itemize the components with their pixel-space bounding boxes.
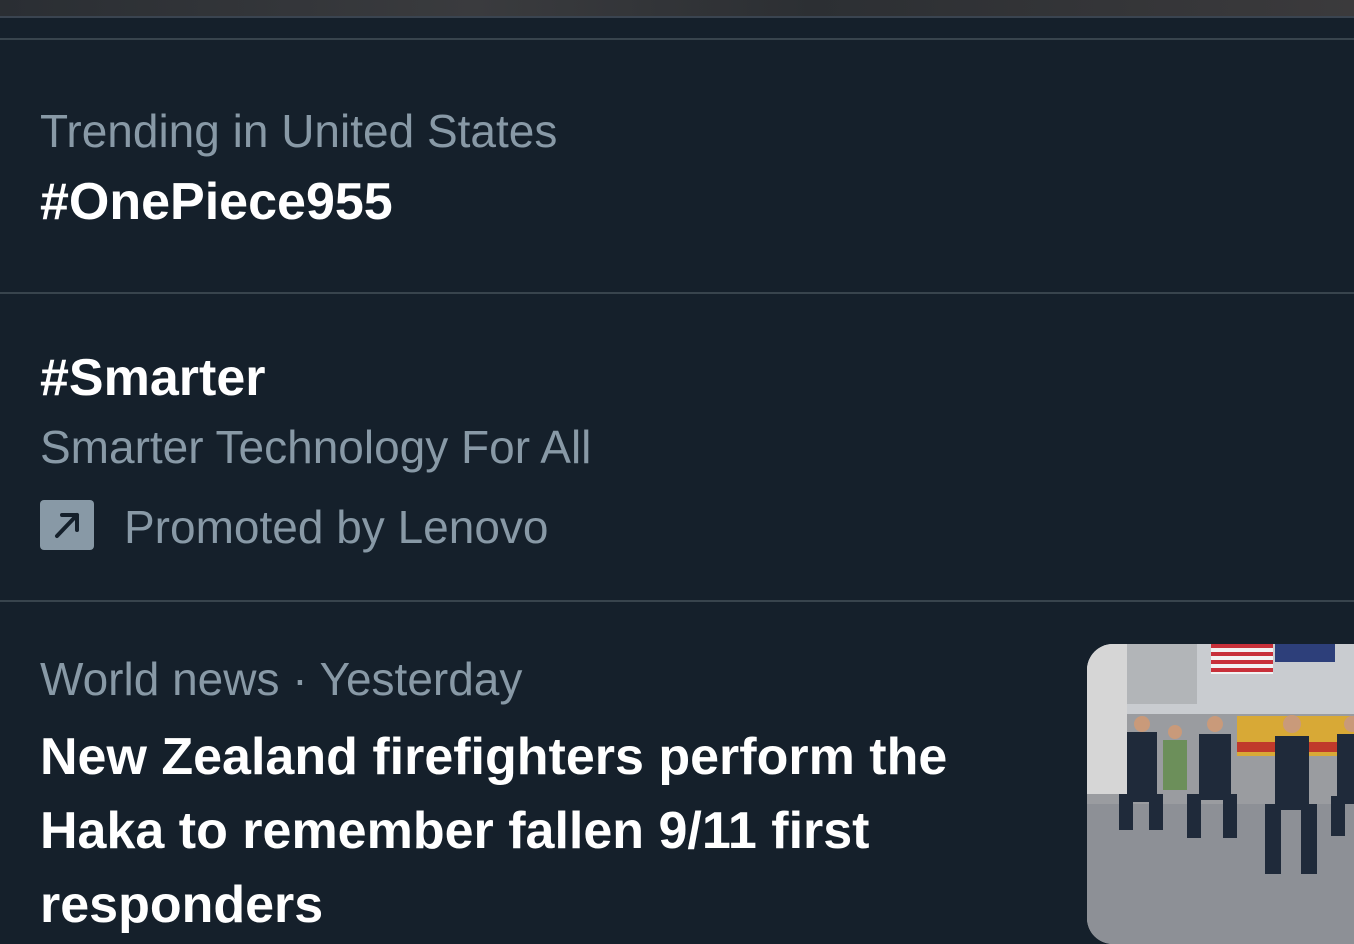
promoted-label[interactable]: Promoted by Lenovo — [124, 502, 549, 552]
news-thumbnail-image[interactable] — [1087, 644, 1354, 944]
section-gap — [0, 18, 1354, 38]
trend-item-onepiece[interactable]: Trending in United States #OnePiece955 — [0, 40, 1354, 292]
trend-context: Trending in United States — [40, 105, 558, 157]
promoted-arrow-icon — [40, 500, 94, 550]
trend-title: #Smarter — [40, 349, 266, 407]
trend-item-smarter[interactable]: #Smarter Smarter Technology For All — [0, 294, 1354, 600]
previous-item-image-edge — [0, 0, 1354, 18]
trend-description: Smarter Technology For All — [40, 421, 592, 473]
trend-title: #OnePiece955 — [40, 173, 393, 231]
news-headline: New Zealand firefighters perform the Hak… — [40, 728, 948, 934]
news-meta: World news · Yesterday — [40, 653, 523, 705]
